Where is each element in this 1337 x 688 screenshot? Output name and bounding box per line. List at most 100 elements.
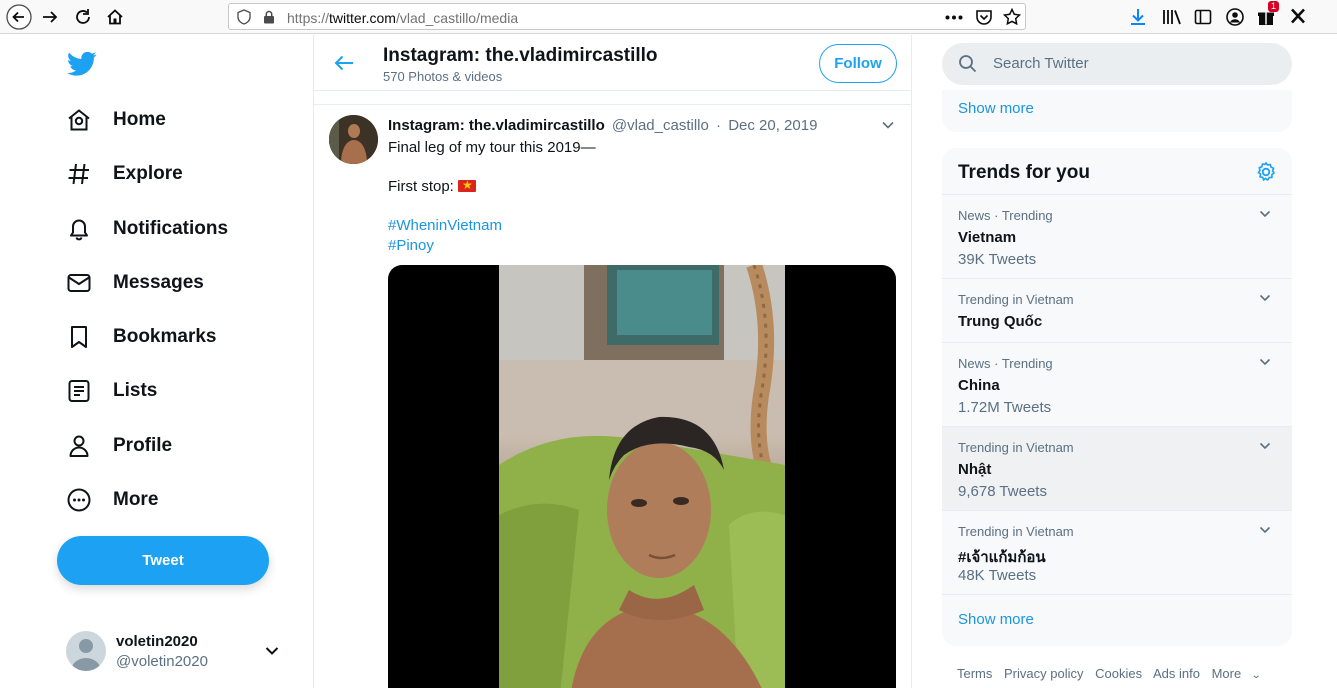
- footer-link-terms[interactable]: Terms: [957, 666, 992, 681]
- chevron-down-icon[interactable]: [1258, 291, 1272, 305]
- trend-item[interactable]: Trending in Vietnam Trung Quốc: [942, 279, 1292, 343]
- account-handle: @voletin2020: [116, 653, 208, 670]
- gear-icon[interactable]: [1255, 161, 1277, 183]
- video-thumbnail-image: [499, 265, 785, 688]
- address-bar[interactable]: https://twitter.com/vlad_castillo/media: [228, 3, 1026, 30]
- chevron-down-icon[interactable]: [1258, 439, 1272, 453]
- url-path: /vlad_castillo/media: [395, 10, 519, 26]
- tweet-dot-separator: ·: [716, 117, 722, 134]
- chevron-down-icon[interactable]: [1258, 523, 1272, 537]
- nav-more[interactable]: More: [66, 480, 158, 520]
- tweet-media[interactable]: [388, 265, 896, 688]
- nav-notifications-label: Notifications: [113, 218, 229, 239]
- chevron-down-icon: ⌄: [1250, 670, 1262, 681]
- envelope-icon: [66, 270, 92, 296]
- forward-button[interactable]: [37, 4, 63, 30]
- left-sidebar: Home Explore Notifications Messages Book…: [0, 35, 313, 688]
- twitter-logo-icon[interactable]: [67, 51, 97, 77]
- nav-home[interactable]: Home: [66, 100, 166, 140]
- x-extension-icon[interactable]: [1290, 8, 1306, 24]
- tweet-author-avatar[interactable]: [329, 115, 378, 164]
- footer-link-more[interactable]: More ⌄: [1212, 666, 1269, 681]
- trend-name: #เจ้าแก้มก้อน: [958, 549, 1046, 566]
- hashtag-icon: [66, 161, 92, 187]
- main-column: Instagram: the.vladimircastillo 570 Phot…: [313, 35, 912, 688]
- chevron-down-icon[interactable]: [1258, 355, 1272, 369]
- nav-notifications[interactable]: Notifications: [66, 209, 228, 249]
- reload-button[interactable]: [70, 4, 96, 30]
- account-name: voletin2020: [116, 633, 198, 650]
- sidebar-toggle-icon[interactable]: [1194, 8, 1212, 26]
- back-arrow-icon[interactable]: [332, 51, 356, 75]
- chevron-down-icon[interactable]: [1258, 207, 1272, 221]
- trend-count: 1.72M Tweets: [958, 399, 1052, 416]
- trend-item[interactable]: Trending in Vietnam #เจ้าแก้มก้อน 48K Tw…: [942, 511, 1292, 595]
- account-icon[interactable]: [1226, 8, 1244, 26]
- nav-bookmarks[interactable]: Bookmarks: [66, 317, 217, 357]
- trend-count: 9,678 Tweets: [958, 483, 1047, 500]
- nav-messages[interactable]: Messages: [66, 263, 204, 303]
- account-switcher[interactable]: voletin2020 @voletin2020: [66, 631, 286, 673]
- hashtag-link[interactable]: #Pinoy: [388, 237, 434, 254]
- tweet-author-name[interactable]: Instagram: the.vladimircastillo: [388, 117, 605, 134]
- tweet-button[interactable]: Tweet: [57, 536, 269, 585]
- house-icon: [107, 9, 123, 25]
- nav-explore-label: Explore: [113, 163, 183, 184]
- right-sidebar: Search Twitter Show more Trends for you …: [912, 35, 1337, 688]
- footer-link-ads-info[interactable]: Ads info: [1153, 666, 1200, 681]
- tweet-date[interactable]: Dec 20, 2019: [728, 117, 817, 134]
- back-button[interactable]: [6, 4, 32, 30]
- url-text: https://twitter.com/vlad_castillo/media: [287, 10, 518, 26]
- library-icon[interactable]: [1162, 8, 1182, 26]
- profile-header: Instagram: the.vladimircastillo 570 Phot…: [314, 35, 911, 91]
- bookmark-star-icon[interactable]: [1003, 8, 1021, 26]
- trend-context: News · Trending: [958, 356, 1053, 371]
- footer-link-privacy[interactable]: Privacy policy: [1004, 666, 1083, 681]
- trend-count: 39K Tweets: [958, 251, 1037, 268]
- footer-link-cookies[interactable]: Cookies: [1095, 666, 1142, 681]
- trend-item[interactable]: News · Trending China 1.72M Tweets: [942, 343, 1292, 427]
- vietnam-flag-icon: [458, 177, 477, 193]
- trend-name: Trung Quốc: [958, 313, 1043, 330]
- bell-icon: [66, 216, 92, 242]
- forward-arrow-icon: [43, 11, 58, 23]
- show-more-link[interactable]: Show more: [958, 611, 1034, 628]
- trend-context: Trending in Vietnam: [958, 440, 1074, 455]
- extension-button[interactable]: 1: [1257, 1, 1280, 28]
- previous-module-card: Show more: [942, 90, 1292, 132]
- tweet-text-line-2: First stop:: [388, 177, 477, 195]
- nav-profile[interactable]: Profile: [66, 426, 172, 466]
- lock-icon: [264, 10, 274, 24]
- hashtag-link[interactable]: #WheninVietnam: [388, 217, 502, 234]
- trend-context: News · Trending: [958, 208, 1053, 223]
- tweet-author-handle[interactable]: @vlad_castillo: [612, 117, 709, 134]
- chevron-down-icon[interactable]: [880, 117, 896, 133]
- list-icon: [66, 378, 92, 404]
- bookmark-icon: [66, 324, 92, 350]
- nav-explore[interactable]: Explore: [66, 154, 183, 194]
- trend-name: China: [958, 377, 1000, 394]
- nav-bookmarks-label: Bookmarks: [113, 326, 217, 347]
- footer-links: Terms Privacy policy Cookies Ads info Mo…: [957, 666, 1277, 681]
- home-page-button[interactable]: [102, 4, 128, 30]
- search-input[interactable]: Search Twitter: [942, 43, 1292, 85]
- show-more-link[interactable]: Show more: [958, 100, 1034, 117]
- shield-icon: [237, 9, 251, 25]
- trend-context: Trending in Vietnam: [958, 292, 1074, 307]
- video-frame[interactable]: [499, 265, 785, 688]
- url-host: twitter.com: [329, 10, 396, 26]
- nav-lists-label: Lists: [113, 380, 158, 401]
- trend-context: Trending in Vietnam: [958, 524, 1074, 539]
- trend-item[interactable]: News · Trending Vietnam 39K Tweets: [942, 195, 1292, 279]
- trend-item[interactable]: Trending in Vietnam Nhật 9,678 Tweets: [942, 427, 1292, 511]
- search-placeholder: Search Twitter: [993, 55, 1089, 72]
- download-icon[interactable]: [1129, 8, 1147, 26]
- nav-home-label: Home: [113, 109, 166, 130]
- nav-lists[interactable]: Lists: [66, 371, 157, 411]
- tweet[interactable]: Instagram: the.vladimircastillo @vlad_ca…: [314, 105, 911, 688]
- pocket-icon[interactable]: [975, 8, 993, 26]
- follow-button[interactable]: Follow: [819, 44, 897, 83]
- page-actions-icon[interactable]: [945, 15, 963, 20]
- trend-count: 48K Tweets: [958, 567, 1037, 584]
- more-circle-icon: [66, 487, 92, 513]
